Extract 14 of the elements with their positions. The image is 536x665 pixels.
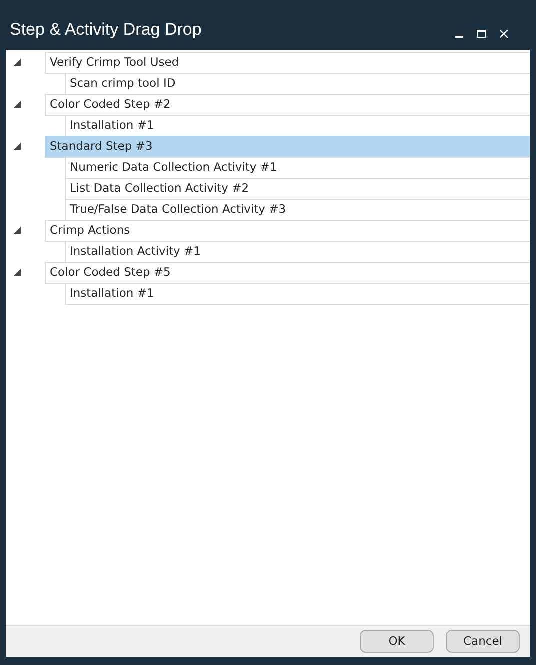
maximize-icon[interactable]	[477, 30, 486, 38]
expanded-arrow-icon[interactable]	[14, 101, 21, 108]
tree-item[interactable]: Installation #1	[65, 283, 530, 305]
close-icon[interactable]	[500, 30, 508, 38]
tree-item[interactable]: Standard Step #3	[45, 136, 530, 158]
tree-item[interactable]: Verify Crimp Tool Used	[45, 52, 530, 74]
ok-button[interactable]: OK	[360, 630, 434, 653]
tree-item[interactable]: Numeric Data Collection Activity #1	[65, 157, 530, 179]
expanded-arrow-icon[interactable]	[14, 59, 21, 66]
expanded-arrow-icon[interactable]	[14, 143, 21, 150]
expanded-arrow-icon[interactable]	[14, 227, 21, 234]
expanded-arrow-icon[interactable]	[14, 269, 21, 276]
window-title: Step & Activity Drag Drop	[10, 18, 203, 40]
cancel-button[interactable]: Cancel	[446, 630, 520, 653]
